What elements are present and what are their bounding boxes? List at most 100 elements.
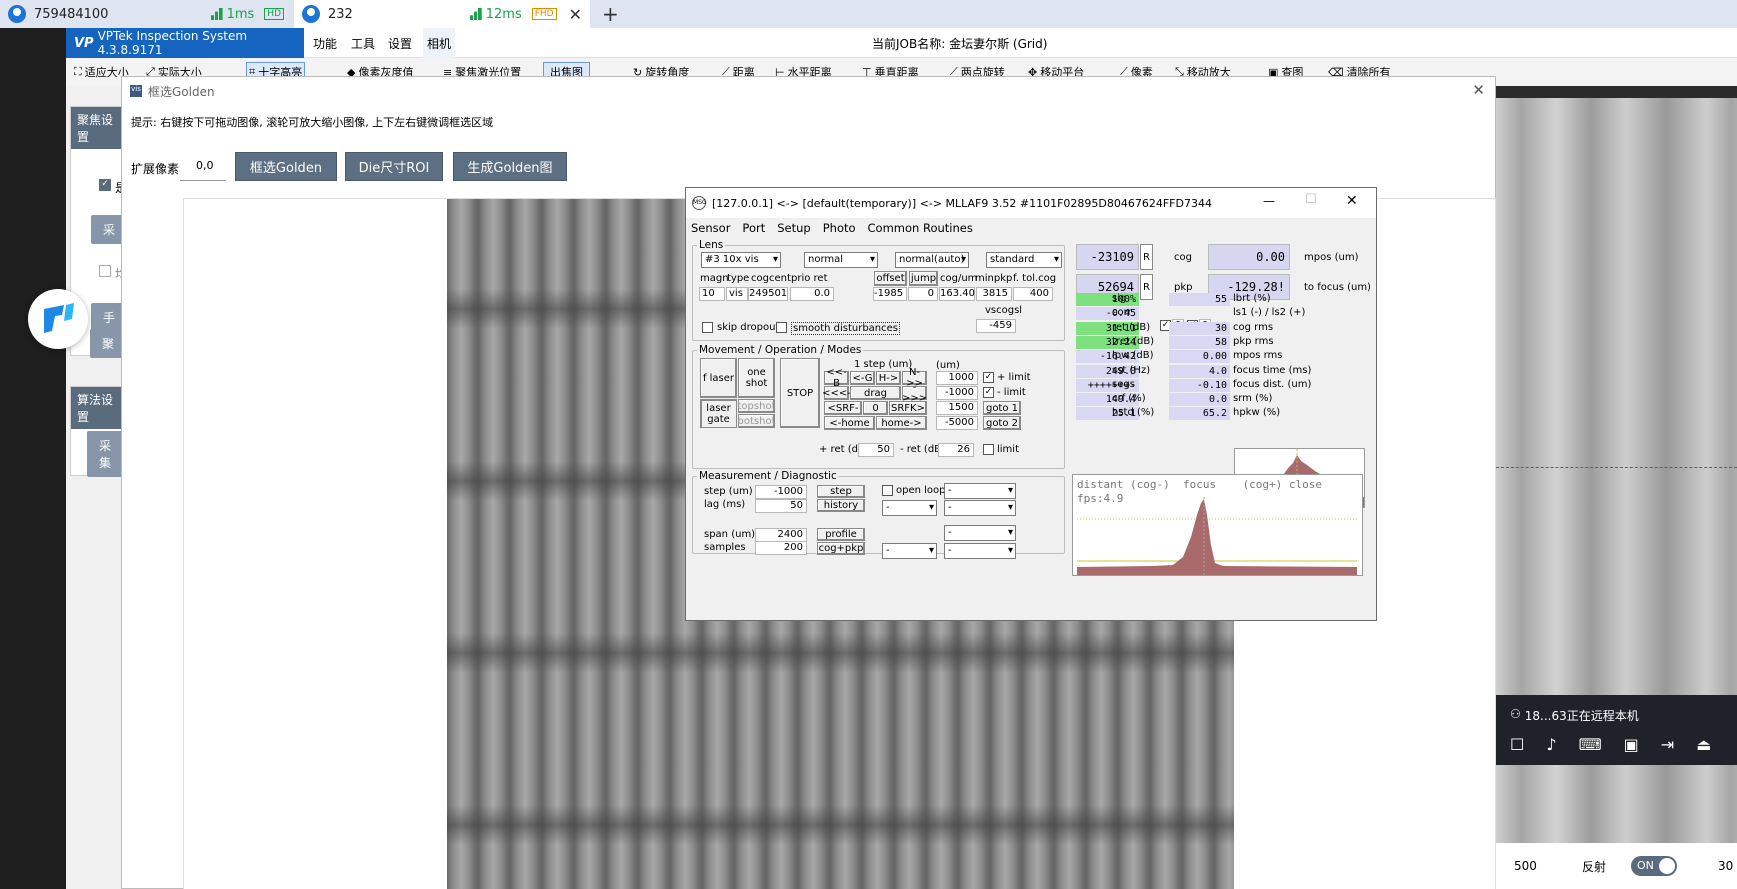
hdr-cog-um: cog/um <box>940 273 978 284</box>
type-field[interactable]: vis <box>726 287 748 301</box>
botshot-button[interactable]: botshot <box>738 414 776 428</box>
goto1-field[interactable]: 1500 <box>936 401 978 415</box>
cog-um-field[interactable]: 163.40 <box>939 287 975 301</box>
prio-ret-field[interactable]: 0.0 <box>790 287 834 301</box>
profile-button[interactable]: profile <box>817 528 865 541</box>
samples-field[interactable]: 200 <box>755 541 807 555</box>
open-loop-checkbox[interactable] <box>882 485 893 496</box>
lag-field[interactable]: 50 <box>755 499 807 513</box>
right-readout-7-value: -0.10 <box>1169 378 1230 392</box>
profile-area <box>1077 499 1357 575</box>
move-g-button[interactable]: <-G <box>850 371 875 385</box>
menu-settings[interactable]: 设置 <box>388 28 412 58</box>
offset-button[interactable]: offset <box>874 271 907 286</box>
diag-select-5[interactable]: - <box>882 543 937 559</box>
cog-reset-button[interactable]: R <box>1140 244 1153 270</box>
minus-limit-field[interactable]: -1000 <box>936 386 978 400</box>
home-right-button[interactable]: home-> <box>876 416 927 430</box>
mode-select-3[interactable]: standard <box>986 252 1062 268</box>
menu-common-routines[interactable]: Common Routines <box>868 221 973 235</box>
left-panel: 聚焦设置 ✓是 采 均 手 聚 算法设置 采集 <box>66 86 130 889</box>
menu-tools[interactable]: 工具 <box>351 28 375 58</box>
app-logo: VP VPTek Inspection System 4.3.8.9171 <box>66 28 304 58</box>
move-h-button[interactable]: H-> <box>876 371 901 385</box>
one-shot-button[interactable]: one shot <box>738 358 775 398</box>
minimize-icon[interactable]: — <box>1263 194 1275 208</box>
browser-tab-1[interactable]: 759484100 1ms HD <box>0 0 292 28</box>
die-roi-button[interactable]: Die尺寸ROI <box>345 152 443 181</box>
hdr-cogcent: cogcent <box>751 273 791 284</box>
move-left-button[interactable]: <<<- <box>822 386 851 400</box>
meas-step-field[interactable]: -1000 <box>755 485 807 499</box>
menu-port[interactable]: Port <box>742 221 765 235</box>
ftol-field[interactable]: 400 <box>1013 287 1053 301</box>
minus-ret-field[interactable]: 26 <box>938 443 974 457</box>
menu-function[interactable]: 功能 <box>313 28 337 58</box>
floating-assistant-icon[interactable] <box>28 289 88 349</box>
move-right-button[interactable]: ->>> <box>902 382 927 404</box>
menu-setup[interactable]: Setup <box>777 221 810 235</box>
goto2-button[interactable]: goto 2 <box>983 416 1021 430</box>
close-icon[interactable]: ✕ <box>1346 193 1358 209</box>
close-tab-icon[interactable]: ✕ <box>569 5 582 24</box>
diag-select-3[interactable]: - <box>944 500 1016 516</box>
exit-icon[interactable]: ⏏ <box>1696 735 1711 754</box>
file-transfer-icon[interactable]: ⇥ <box>1661 735 1674 754</box>
generate-golden-button[interactable]: 生成Golden图 <box>453 152 567 181</box>
stop-button[interactable]: STOP <box>780 358 820 428</box>
limit-checkbox[interactable] <box>983 444 994 455</box>
menu-sensor[interactable]: Sensor <box>691 221 730 235</box>
pkp-reset-button[interactable]: R <box>1140 274 1153 300</box>
screen-icon[interactable]: ▣ <box>1624 735 1639 754</box>
menu-photo[interactable]: Photo <box>823 221 856 235</box>
offset-field[interactable]: -1985 <box>873 287 907 301</box>
microphone-icon[interactable]: ♪ <box>1546 735 1556 754</box>
drag-button[interactable]: drag <box>850 386 901 400</box>
right-readout-5-value: 0.00 <box>1169 350 1230 364</box>
plus-limit-field[interactable]: 1000 <box>936 371 978 385</box>
diag-select-1[interactable]: - <box>944 483 1016 499</box>
mode-select-1[interactable]: normal <box>804 252 878 268</box>
close-dialog-icon[interactable]: ✕ <box>1472 81 1485 99</box>
select-golden-button[interactable]: 框选Golden <box>235 152 337 181</box>
span-field[interactable]: 2400 <box>755 528 807 542</box>
laser-gate-button[interactable]: laser gate <box>700 399 737 428</box>
jump-button[interactable]: jump <box>909 271 938 286</box>
srfk-button[interactable]: SRFK> <box>889 401 927 415</box>
plus-limit-checkbox[interactable]: ✓ <box>983 372 994 383</box>
diag-select-6[interactable]: - <box>944 543 1016 559</box>
f-laser-button[interactable]: f laser <box>700 358 737 398</box>
keyboard-icon[interactable]: ⌨ <box>1579 735 1602 754</box>
new-tab-icon[interactable]: + <box>602 2 619 26</box>
lens-select[interactable]: #3 10x vis <box>701 252 781 268</box>
diag-select-2[interactable]: - <box>882 500 937 516</box>
minus-limit-checkbox[interactable]: ✓ <box>983 387 994 398</box>
home-left-button[interactable]: <-home <box>824 416 875 430</box>
jump-field[interactable]: 0 <box>908 287 938 301</box>
move-bb-button[interactable]: <<-B <box>824 367 849 389</box>
plus-ret-field[interactable]: 50 <box>858 443 894 457</box>
smooth-checkbox[interactable] <box>776 322 787 333</box>
history-button[interactable]: history <box>817 499 865 512</box>
step-button[interactable]: step <box>817 485 865 498</box>
srf-button[interactable]: <SRF- <box>824 401 862 415</box>
browser-tab-2[interactable]: 232 12ms FHD ✕ <box>294 0 590 28</box>
cog-pkp-button[interactable]: cog+pkp <box>817 542 865 555</box>
vscogsl-field[interactable]: -459 <box>976 319 1016 333</box>
chat-icon[interactable]: ☐ <box>1510 735 1524 754</box>
minpkp-field[interactable]: 3815 <box>976 287 1012 301</box>
diag-select-4[interactable]: - <box>944 525 1016 541</box>
goto2-field[interactable]: -5000 <box>936 416 978 430</box>
expand-input[interactable]: 0,0 <box>180 153 226 181</box>
maximize-icon[interactable]: ☐ <box>1305 192 1317 207</box>
magn-field[interactable]: 10 <box>699 287 725 301</box>
topshot-button[interactable]: topshot <box>738 399 776 413</box>
zero-button[interactable]: 0 <box>863 401 888 415</box>
mode-select-2[interactable]: normal(auto) <box>895 252 969 268</box>
skip-dropouts-checkbox[interactable] <box>702 322 713 333</box>
menu-camera[interactable]: 相机 <box>423 28 456 58</box>
right-readout-8-value: 0.0 <box>1169 393 1230 407</box>
goto1-button[interactable]: goto 1 <box>983 401 1021 415</box>
reflection-toggle[interactable]: ON <box>1631 856 1677 876</box>
cogcent-field[interactable]: 249501 <box>748 287 788 301</box>
